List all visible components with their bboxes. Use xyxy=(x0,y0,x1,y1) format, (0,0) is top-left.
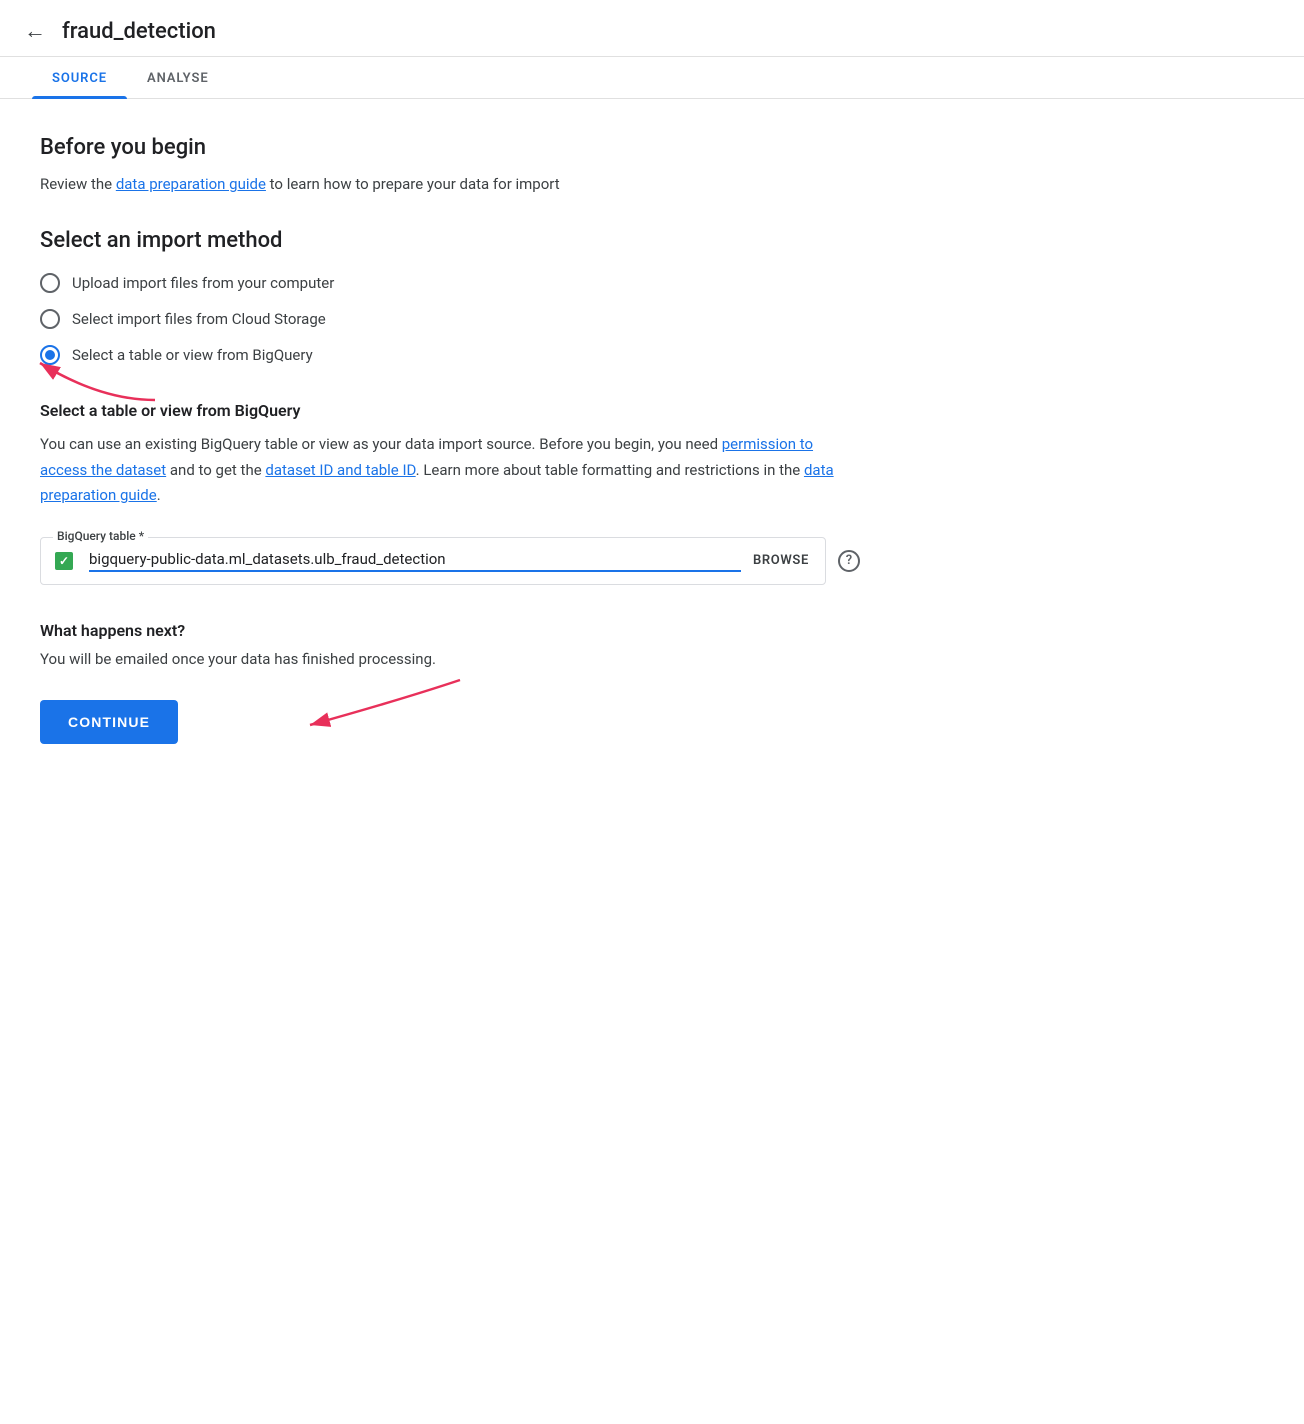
bigquery-table-field[interactable]: BigQuery table * bigquery-public-data.ml… xyxy=(40,537,826,585)
radio-upload-circle xyxy=(40,273,60,293)
continue-button[interactable]: CONTINUE xyxy=(40,700,178,744)
browse-button[interactable]: BROWSE xyxy=(753,553,809,568)
bigquery-section-heading: Select a table or view from BigQuery xyxy=(40,401,860,420)
what-happens-next-section: What happens next? You will be emailed o… xyxy=(40,621,860,744)
radio-cloud-circle xyxy=(40,309,60,329)
radio-bigquery-row: Select a table or view from BigQuery xyxy=(40,345,860,365)
continue-row: CONTINUE xyxy=(40,700,860,744)
header: ← fraud_detection xyxy=(0,0,1304,57)
bigquery-section: Select a table or view from BigQuery You… xyxy=(40,401,860,585)
tab-analyse[interactable]: ANALYSE xyxy=(127,57,229,98)
bigquery-input-wrapper: BigQuery table * bigquery-public-data.ml… xyxy=(40,537,860,585)
back-arrow-icon: ← xyxy=(24,18,46,44)
page-title: fraud_detection xyxy=(62,19,216,44)
tabs: SOURCE ANALYSE xyxy=(0,57,1304,99)
before-begin-heading: Before you begin xyxy=(40,135,860,160)
import-method-section: Select an import method Upload import fi… xyxy=(40,228,860,365)
arrow-annotation-continue xyxy=(270,670,470,760)
what-happens-next-desc: You will be emailed once your data has f… xyxy=(40,650,860,668)
what-happens-next-heading: What happens next? xyxy=(40,621,860,640)
field-label: BigQuery table * xyxy=(53,529,148,543)
radio-bigquery[interactable]: Select a table or view from BigQuery xyxy=(40,345,860,365)
import-method-radio-group: Upload import files from your computer S… xyxy=(40,273,860,365)
bigquery-table-value[interactable]: bigquery-public-data.ml_datasets.ulb_fra… xyxy=(89,550,741,572)
import-method-heading: Select an import method xyxy=(40,228,860,253)
before-begin-section: Before you begin Review the data prepara… xyxy=(40,135,860,196)
main-content: Before you begin Review the data prepara… xyxy=(0,99,900,784)
dataset-id-link[interactable]: dataset ID and table ID xyxy=(265,461,415,479)
bigquery-section-desc: You can use an existing BigQuery table o… xyxy=(40,432,860,509)
help-icon[interactable]: ? xyxy=(838,550,860,572)
back-button[interactable]: ← xyxy=(24,18,46,44)
radio-bigquery-circle xyxy=(40,345,60,365)
before-begin-desc: Review the data preparation guide to lea… xyxy=(40,172,860,196)
checkbox-green-icon xyxy=(55,552,73,570)
radio-upload[interactable]: Upload import files from your computer xyxy=(40,273,860,293)
data-prep-guide-link-1[interactable]: data preparation guide xyxy=(116,175,266,193)
radio-cloud[interactable]: Select import files from Cloud Storage xyxy=(40,309,860,329)
tab-source[interactable]: SOURCE xyxy=(32,57,127,98)
